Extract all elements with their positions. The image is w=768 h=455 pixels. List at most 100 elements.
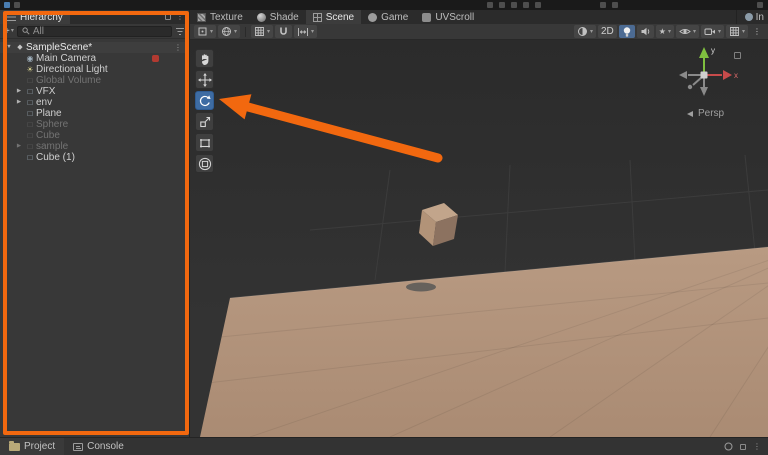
camera-icon: ◉ bbox=[26, 53, 34, 63]
tab-uvscroll[interactable]: UVScroll bbox=[415, 10, 481, 24]
gameobject-icon: □ bbox=[27, 141, 33, 151]
hand-tool-button[interactable] bbox=[195, 49, 214, 68]
hierarchy-row-global-volume[interactable]: □ Global Volume bbox=[0, 75, 189, 86]
hierarchy-item-label: Main Camera bbox=[36, 53, 97, 64]
tab-texture[interactable]: Texture bbox=[190, 10, 250, 24]
hierarchy-item-label: Directional Light bbox=[36, 64, 108, 75]
bottom-bar-actions: ⋮ bbox=[724, 438, 768, 455]
toolbar-icon[interactable] bbox=[511, 2, 517, 8]
rotate-tool-button[interactable] bbox=[195, 91, 214, 110]
scene-view-menu-icon[interactable]: ⋮ bbox=[750, 25, 764, 38]
gizmo-center-cube[interactable] bbox=[700, 71, 708, 79]
tab-label: Game bbox=[381, 11, 409, 23]
scene-toolstrip bbox=[195, 49, 214, 173]
handle-rotation-button[interactable]: ▾ bbox=[218, 25, 241, 38]
hierarchy-row-cube-1[interactable]: □ Cube (1) bbox=[0, 152, 189, 163]
hierarchy-row-plane[interactable]: □ Plane bbox=[0, 108, 189, 119]
hierarchy-tab-actions: ⋮ bbox=[165, 10, 189, 24]
panel-menu-icon[interactable]: ⋮ bbox=[753, 442, 761, 451]
tab-game[interactable]: Game bbox=[361, 10, 415, 24]
plus-icon: + bbox=[4, 25, 10, 37]
caret-down-icon: ▾ bbox=[741, 28, 745, 35]
cube-object[interactable] bbox=[419, 203, 458, 246]
scene-visibility-button[interactable]: ▾ bbox=[675, 25, 699, 38]
tab-console[interactable]: Console bbox=[64, 438, 133, 455]
tab-hierarchy[interactable]: Hierarchy bbox=[0, 10, 70, 24]
lightbulb-icon bbox=[623, 26, 630, 37]
hierarchy-panel: Hierarchy ⋮ + ▾ All ▼ ◆ SampleScene* ⋮ ◉… bbox=[0, 10, 190, 437]
scene-effects-button[interactable]: ★ ▾ bbox=[655, 25, 674, 38]
tool-settings-button[interactable]: ▾ bbox=[194, 25, 217, 38]
shading-mode-button[interactable]: ▾ bbox=[573, 25, 596, 38]
ground-plane[interactable] bbox=[200, 247, 768, 437]
toolbar-icon[interactable] bbox=[499, 2, 505, 8]
toolbar-icon[interactable] bbox=[600, 2, 606, 8]
cube-shadow bbox=[406, 282, 436, 292]
unity-cloud-icon[interactable] bbox=[4, 2, 10, 8]
orientation-gizmo[interactable]: y x bbox=[668, 43, 744, 107]
hierarchy-row-cube[interactable]: □ Cube bbox=[0, 130, 189, 141]
hierarchy-row-directional-light[interactable]: ☀ Directional Light bbox=[0, 64, 189, 75]
gameobject-icon: □ bbox=[27, 130, 33, 140]
scene-panel: Texture Shade Scene Game UVScroll In ▾ ▾… bbox=[190, 10, 768, 437]
caret-down-icon: ▾ bbox=[717, 28, 721, 35]
gizmos-button[interactable]: ▾ bbox=[725, 25, 748, 38]
status-circle-icon[interactable] bbox=[724, 442, 733, 451]
projection-indicator[interactable]: Persp bbox=[686, 108, 724, 119]
transform-tool-button[interactable] bbox=[195, 154, 214, 173]
scene-viewport[interactable]: y x Persp bbox=[190, 40, 768, 437]
move-tool-button[interactable] bbox=[195, 70, 214, 89]
tab-shade[interactable]: Shade bbox=[250, 10, 306, 24]
rect-tool-button[interactable] bbox=[195, 133, 214, 152]
snap-increment-button[interactable]: ▾ bbox=[294, 25, 318, 38]
toolbar-icon[interactable] bbox=[612, 2, 618, 8]
panel-menu-icon[interactable]: ⋮ bbox=[176, 13, 184, 21]
hierarchy-row-main-camera[interactable]: ◉ Main Camera bbox=[0, 53, 189, 64]
tab-inspector-partial[interactable]: In bbox=[735, 10, 768, 24]
create-object-button[interactable]: + ▾ bbox=[4, 26, 14, 37]
scene-camera-settings-button[interactable]: ▾ bbox=[700, 25, 724, 38]
transform-icon bbox=[198, 157, 211, 170]
axis-x-cone[interactable] bbox=[723, 70, 732, 80]
persp-icon bbox=[687, 110, 693, 117]
grid-visibility-button[interactable]: ▾ bbox=[251, 25, 274, 38]
toolbar-icon[interactable] bbox=[757, 2, 763, 8]
axis-y-label: y bbox=[711, 46, 715, 55]
caret-down-icon: ▾ bbox=[267, 28, 271, 35]
bottom-panel-bar: Project Console ⋮ bbox=[0, 437, 768, 455]
shaded-sphere-icon bbox=[577, 27, 587, 36]
tab-project[interactable]: Project bbox=[0, 438, 65, 455]
snap-toggle-button[interactable] bbox=[275, 25, 293, 38]
hierarchy-icon bbox=[7, 13, 16, 21]
hierarchy-row-sphere[interactable]: □ Sphere bbox=[0, 119, 189, 130]
foldout-open-icon[interactable]: ▼ bbox=[4, 44, 14, 51]
caret-down-icon: ▾ bbox=[234, 28, 238, 35]
axis-y-cone[interactable] bbox=[699, 47, 709, 58]
foldout-closed-icon[interactable]: ▶ bbox=[14, 143, 24, 150]
gizmo-lock-icon[interactable] bbox=[734, 52, 741, 59]
tab-scene[interactable]: Scene bbox=[305, 10, 362, 24]
2d-toggle-button[interactable]: 2D bbox=[597, 25, 617, 38]
toolbar-icon[interactable] bbox=[487, 2, 493, 8]
hierarchy-search-input[interactable]: All bbox=[16, 25, 172, 37]
hierarchy-row-vfx[interactable]: ▶ □ VFX bbox=[0, 86, 189, 97]
toolbar-icon[interactable] bbox=[523, 2, 529, 8]
lock-icon[interactable] bbox=[740, 443, 746, 450]
hierarchy-row-env[interactable]: ▶ □ env bbox=[0, 97, 189, 108]
foldout-closed-icon[interactable]: ▶ bbox=[14, 88, 24, 95]
hierarchy-row-scene[interactable]: ▼ ◆ SampleScene* ⋮ bbox=[0, 42, 189, 53]
lock-icon[interactable] bbox=[165, 14, 171, 20]
caret-down-icon: ▾ bbox=[589, 28, 593, 35]
foldout-closed-icon[interactable]: ▶ bbox=[14, 99, 24, 106]
scene-audio-button[interactable] bbox=[636, 25, 654, 38]
filter-icon[interactable] bbox=[175, 27, 185, 36]
scene-menu-icon[interactable]: ⋮ bbox=[174, 43, 182, 52]
account-icon[interactable] bbox=[14, 2, 20, 8]
inspector-icon bbox=[744, 13, 753, 21]
scene-lighting-button[interactable] bbox=[618, 25, 635, 38]
toolbar-icon[interactable] bbox=[535, 2, 541, 8]
gameobject-icon: □ bbox=[27, 97, 33, 107]
hierarchy-row-sample[interactable]: ▶ □ sample bbox=[0, 141, 189, 152]
scale-tool-button[interactable] bbox=[195, 112, 214, 131]
projection-label: Persp bbox=[698, 108, 725, 119]
